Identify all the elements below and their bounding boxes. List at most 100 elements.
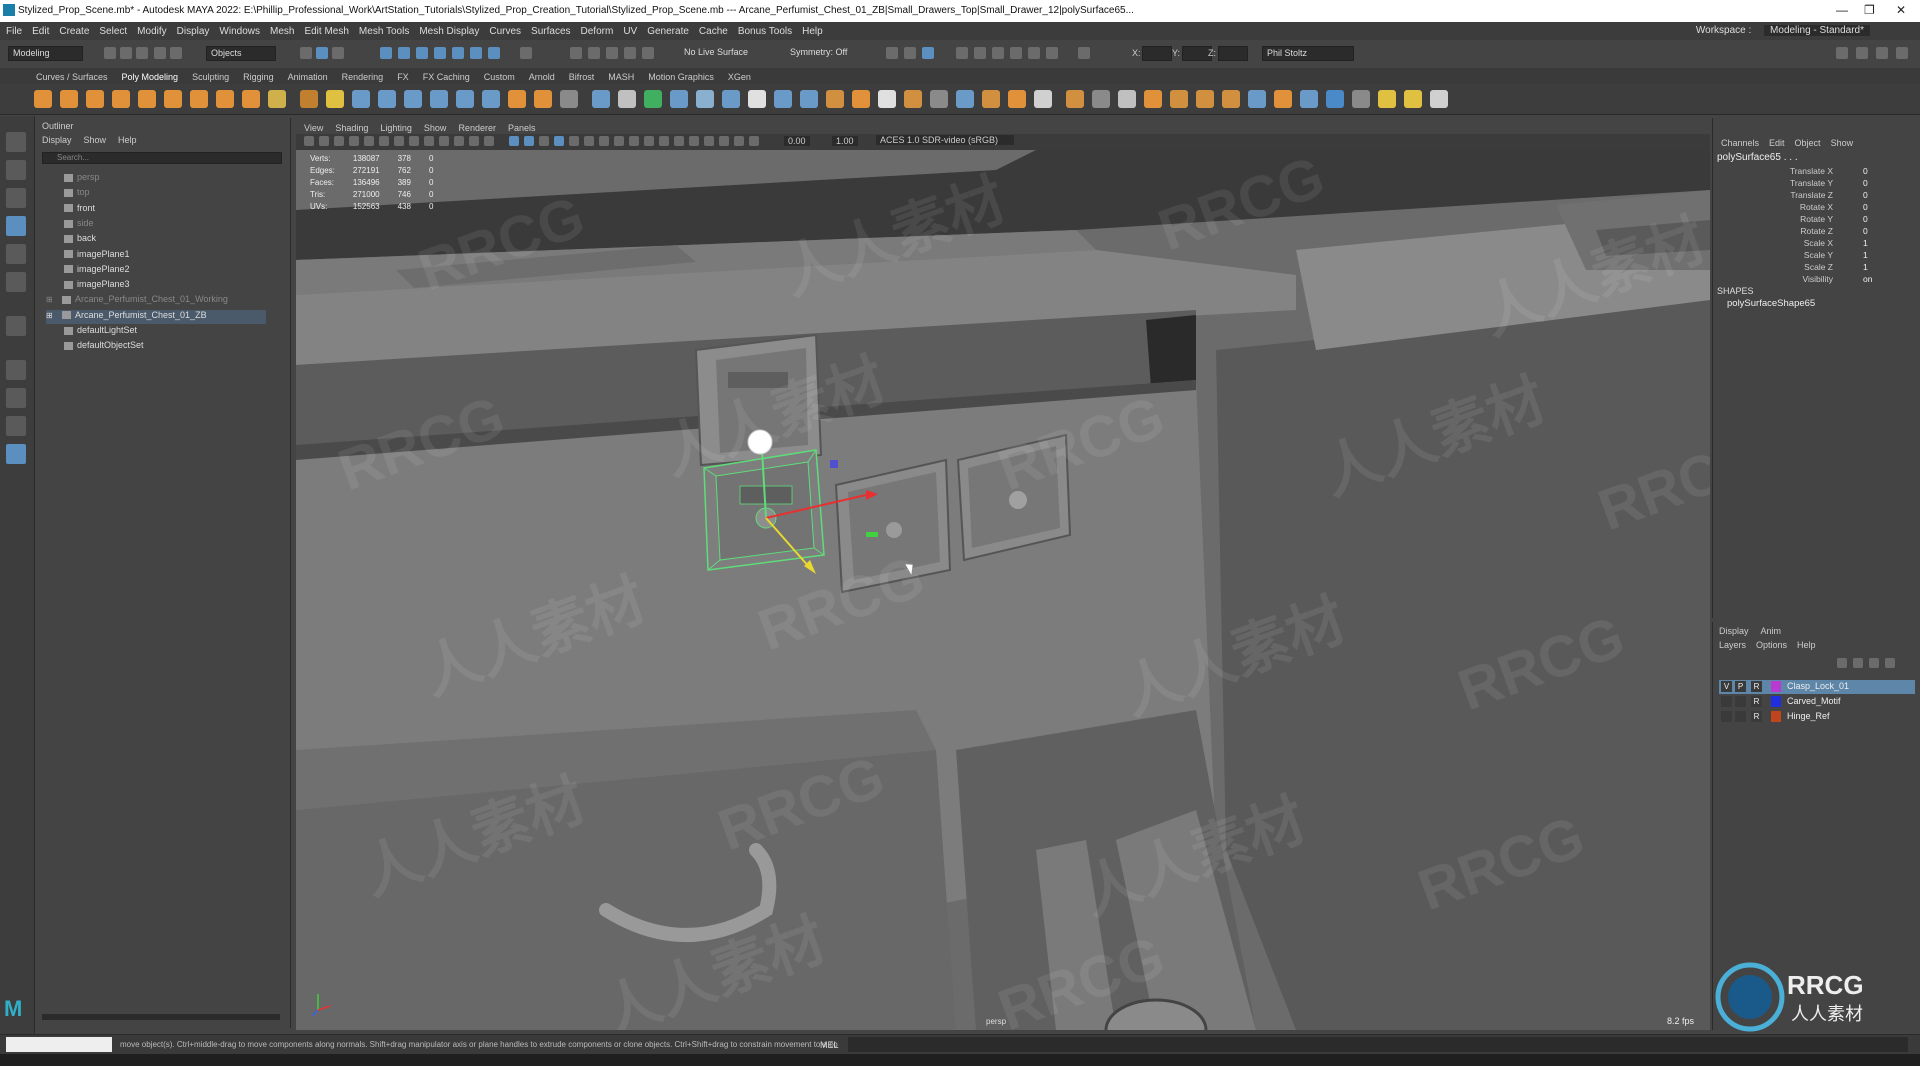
- shelf-tool-24-icon[interactable]: [644, 90, 662, 108]
- menu-display[interactable]: Display: [177, 26, 210, 37]
- viewport-tool-16-icon[interactable]: [539, 136, 549, 146]
- menu-mesh-tools[interactable]: Mesh Tools: [359, 26, 409, 37]
- layer-display-type-toggle[interactable]: R: [1751, 711, 1762, 722]
- outliner-item-side[interactable]: side: [64, 218, 94, 232]
- shelf-tool-45-icon[interactable]: [1196, 90, 1214, 108]
- outliner-item-back[interactable]: back: [64, 233, 96, 247]
- shelf-tool-29-icon[interactable]: [774, 90, 792, 108]
- shelf-tool-7-icon[interactable]: [190, 90, 208, 108]
- mel-label[interactable]: MEL: [820, 1040, 839, 1050]
- shelf-tool-19-icon[interactable]: [508, 90, 526, 108]
- outliner-item-defaultobjectset[interactable]: defaultObjectSet: [64, 340, 144, 354]
- expand-icon[interactable]: ⊞: [46, 295, 54, 304]
- shelf-tab-mash[interactable]: MASH: [608, 72, 634, 82]
- viewport-tool-30-icon[interactable]: [749, 136, 759, 146]
- viewport-tool-6-icon[interactable]: [379, 136, 389, 146]
- layer-playback-toggle[interactable]: [1735, 696, 1746, 707]
- layer-menu-options[interactable]: Options: [1756, 640, 1787, 650]
- layer-visibility-toggle[interactable]: [1721, 696, 1732, 707]
- shelf-tool-37-icon[interactable]: [982, 90, 1000, 108]
- shelf-tool-13-icon[interactable]: [352, 90, 370, 108]
- viewport-menu-renderer[interactable]: Renderer: [458, 123, 496, 133]
- channel-value[interactable]: 0: [1863, 202, 1868, 212]
- select-dynamics-icon[interactable]: [470, 47, 482, 59]
- lasso-tool-icon[interactable]: [6, 160, 26, 180]
- new-layer-selected-icon[interactable]: [1885, 658, 1895, 668]
- gamma-field[interactable]: 1.00: [832, 136, 858, 146]
- channel-value[interactable]: 1: [1863, 262, 1868, 272]
- viewport-tool-28-icon[interactable]: [719, 136, 729, 146]
- outliner-menu-display[interactable]: Display: [42, 135, 72, 145]
- viewport-tool-2-icon[interactable]: [319, 136, 329, 146]
- viewport-tool-18-icon[interactable]: [569, 136, 579, 146]
- layer-visibility-toggle[interactable]: [1721, 711, 1732, 722]
- select-rendering-icon[interactable]: [488, 47, 500, 59]
- layer-menu-layers[interactable]: Layers: [1719, 640, 1746, 650]
- viewport-tool-25-icon[interactable]: [674, 136, 684, 146]
- shelf-tool-47-icon[interactable]: [1248, 90, 1266, 108]
- shelf-tab-sculpting[interactable]: Sculpting: [192, 72, 229, 82]
- viewport-tool-17-icon[interactable]: [554, 136, 564, 146]
- snap-curve-icon[interactable]: [588, 47, 600, 59]
- paint-select-tool-icon[interactable]: [6, 188, 26, 208]
- channel-value[interactable]: 1: [1863, 238, 1868, 248]
- shelf-tool-15-icon[interactable]: [404, 90, 422, 108]
- hypershade-icon[interactable]: [992, 47, 1004, 59]
- shelf-tab-rendering[interactable]: Rendering: [342, 72, 384, 82]
- channel-menu-channels[interactable]: Channels: [1721, 138, 1759, 148]
- render-sequence-icon[interactable]: [1028, 47, 1040, 59]
- snap-view-plane-icon[interactable]: [624, 47, 636, 59]
- outliner-item-persp[interactable]: persp: [64, 172, 100, 186]
- shelf-tool-35-icon[interactable]: [930, 90, 948, 108]
- shelf-tool-53-icon[interactable]: [1404, 90, 1422, 108]
- viewport-tool-27-icon[interactable]: [704, 136, 714, 146]
- object-mode-icon[interactable]: [316, 47, 328, 59]
- viewport-tool-7-icon[interactable]: [394, 136, 404, 146]
- shelf-tool-51-icon[interactable]: [1352, 90, 1370, 108]
- shelf-tool-50-icon[interactable]: [1326, 90, 1344, 108]
- display-layer-row[interactable]: R Carved_Motif: [1719, 695, 1915, 709]
- shelf-tool-3-icon[interactable]: [86, 90, 104, 108]
- shelf-tool-32-icon[interactable]: [852, 90, 870, 108]
- shelf-tool-39-icon[interactable]: [1034, 90, 1052, 108]
- pause-icon[interactable]: [1046, 47, 1058, 59]
- shelf-tool-22-icon[interactable]: [592, 90, 610, 108]
- menu-cache[interactable]: Cache: [699, 26, 728, 37]
- shelf-tool-34-icon[interactable]: [904, 90, 922, 108]
- menu-help[interactable]: Help: [802, 26, 823, 37]
- minimized-windows-bar[interactable]: [6, 1037, 112, 1052]
- shelf-tool-42-icon[interactable]: [1118, 90, 1136, 108]
- outliner-item-arcane-perfumist-chest-01-working[interactable]: ⊞ Arcane_Perfumist_Chest_01_Working: [46, 294, 228, 308]
- viewport-tool-1-icon[interactable]: [304, 136, 314, 146]
- shelf-tool-46-icon[interactable]: [1222, 90, 1240, 108]
- outliner-item-imageplane3[interactable]: imagePlane3: [64, 279, 130, 293]
- shelf-tool-40-icon[interactable]: [1066, 90, 1084, 108]
- menu-modify[interactable]: Modify: [137, 26, 166, 37]
- channel-menu-show[interactable]: Show: [1831, 138, 1854, 148]
- menu-generate[interactable]: Generate: [647, 26, 689, 37]
- viewport-tool-24-icon[interactable]: [659, 136, 669, 146]
- move-layer-down-icon[interactable]: [1853, 658, 1863, 668]
- viewport-tool-29-icon[interactable]: [734, 136, 744, 146]
- channel-value[interactable]: 0: [1863, 190, 1868, 200]
- input-line-mode-icon[interactable]: [1078, 47, 1090, 59]
- shelf-tool-17-icon[interactable]: [456, 90, 474, 108]
- viewport-menu-shading[interactable]: Shading: [335, 123, 368, 133]
- shelf-tab-fx-caching[interactable]: FX Caching: [423, 72, 470, 82]
- layer-visibility-toggle[interactable]: V: [1721, 681, 1732, 692]
- outliner-layout-icon[interactable]: [6, 444, 26, 464]
- outliner-item-imageplane2[interactable]: imagePlane2: [64, 264, 130, 278]
- modeling-toolkit-icon[interactable]: [1836, 47, 1848, 59]
- viewport-tool-20-icon[interactable]: [599, 136, 609, 146]
- lock-selection-icon[interactable]: [520, 47, 532, 59]
- shelf-tool-18-icon[interactable]: [482, 90, 500, 108]
- redo-icon[interactable]: [170, 47, 182, 59]
- user-account-dropdown[interactable]: Phil Stoltz: [1262, 46, 1354, 61]
- outliner-menu-show[interactable]: Show: [84, 135, 107, 145]
- viewport-tool-10-icon[interactable]: [439, 136, 449, 146]
- outliner-item-front[interactable]: front: [64, 203, 95, 217]
- shelf-tab-rigging[interactable]: Rigging: [243, 72, 274, 82]
- menuset-dropdown[interactable]: Modeling: [8, 46, 83, 61]
- new-scene-icon[interactable]: [104, 47, 116, 59]
- tool-settings-icon[interactable]: [1876, 47, 1888, 59]
